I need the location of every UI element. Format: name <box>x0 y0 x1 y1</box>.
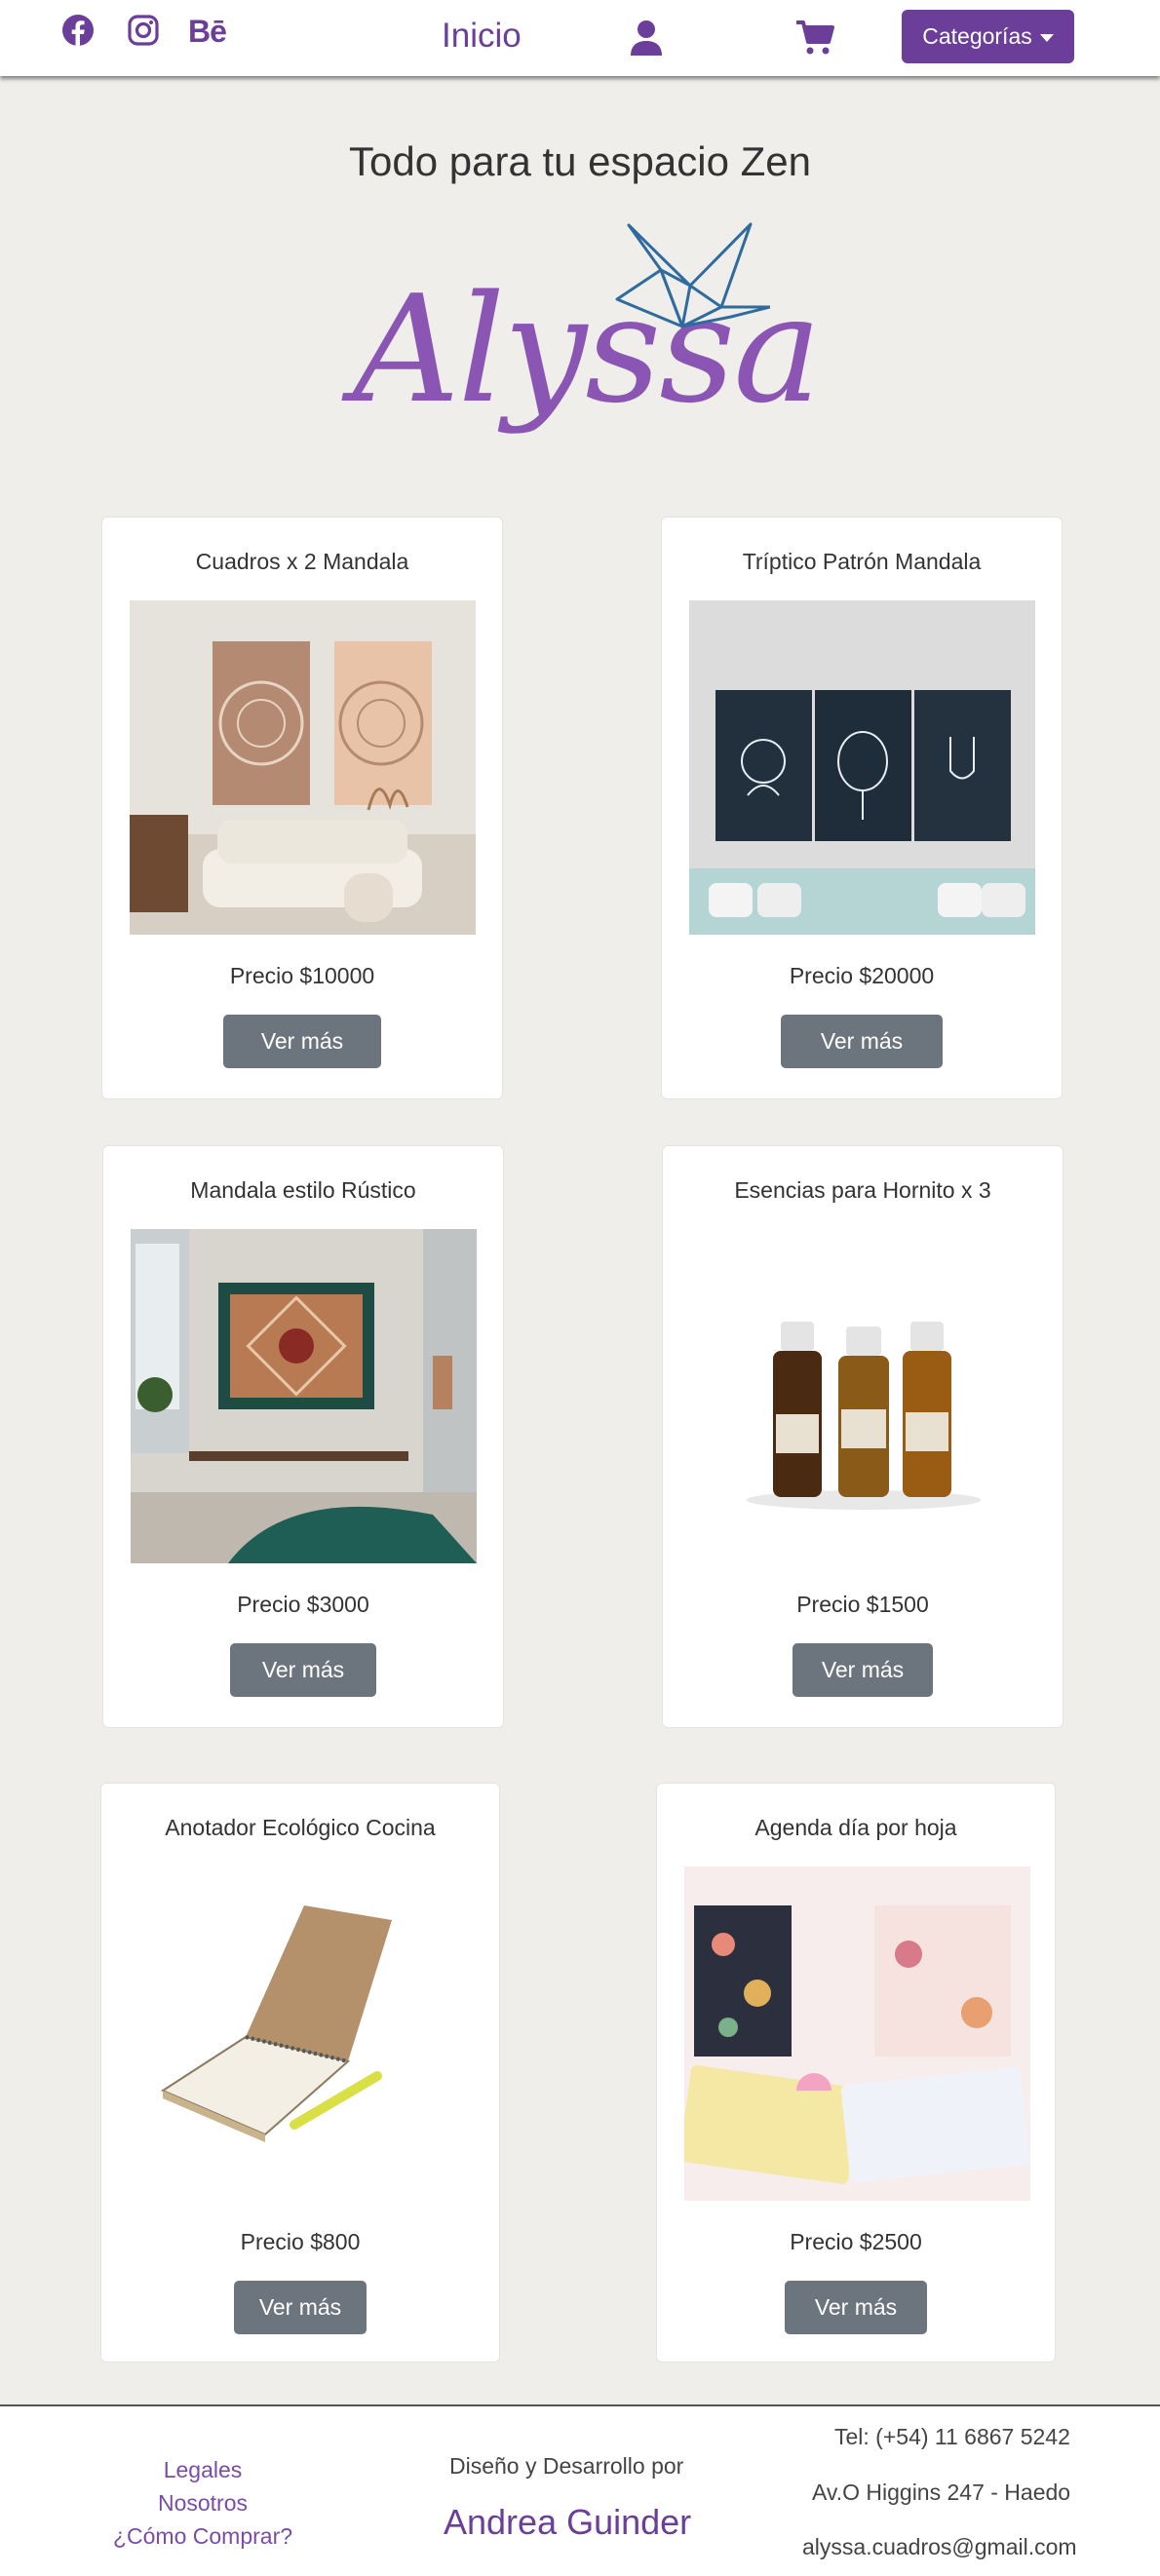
product-price: Precio $20000 <box>789 963 935 988</box>
product-card: Esencias para Hornito x 3 Precio $1500 V… <box>662 1145 1063 1728</box>
product-image[interactable] <box>131 1229 477 1563</box>
behance-icon[interactable]: Bē <box>188 14 227 50</box>
product-image[interactable] <box>130 600 476 935</box>
product-card: Cuadros x 2 Mandala Precio $10000 Ver má… <box>101 517 503 1099</box>
footer-email[interactable]: alyssa.cuadros@gmail.com <box>802 2534 1077 2560</box>
product-price: Precio $2500 <box>790 2229 922 2254</box>
ver-mas-button[interactable]: Ver más <box>230 1643 376 1697</box>
product-image[interactable] <box>684 1866 1030 2201</box>
product-title: Mandala estilo Rústico <box>190 1177 416 1203</box>
product-card: Agenda día por hoja Precio $2500 Ver más <box>656 1783 1056 2363</box>
categories-label: Categorías <box>922 23 1032 49</box>
product-card: Tríptico Patrón Mandala Precio $20000 Ve… <box>661 517 1063 1099</box>
nav-link-inicio[interactable]: Inicio <box>442 17 522 56</box>
top-navbar: Bē Inicio Categorías <box>0 0 1160 76</box>
ver-mas-button[interactable]: Ver más <box>234 2281 367 2334</box>
product-image[interactable] <box>690 1229 1036 1563</box>
product-image[interactable] <box>689 600 1035 935</box>
ver-mas-button[interactable]: Ver más <box>793 1643 933 1697</box>
origami-crane-icon <box>615 222 770 328</box>
product-title: Tríptico Patrón Mandala <box>742 549 982 574</box>
product-card: Anotador Ecológico Cocina Precio $800 Ve… <box>100 1783 500 2363</box>
categories-dropdown[interactable]: Categorías <box>902 10 1074 63</box>
footer-address: Av.O Higgins 247 - Haedo <box>812 2480 1071 2505</box>
footer-link-como-comprar[interactable]: ¿Cómo Comprar? <box>76 2523 329 2550</box>
product-title: Cuadros x 2 Mandala <box>195 549 409 574</box>
facebook-icon[interactable] <box>61 14 95 47</box>
footer-link-nosotros[interactable]: Nosotros <box>76 2490 329 2517</box>
footer: Legales Nosotros ¿Cómo Comprar? Diseño y… <box>0 2404 1160 2576</box>
product-title: Agenda día por hoja <box>754 1815 957 1840</box>
footer-phone: Tel: (+54) 11 6867 5242 <box>834 2424 1070 2449</box>
ver-mas-button[interactable]: Ver más <box>781 1015 943 1068</box>
product-price: Precio $800 <box>240 2229 361 2254</box>
product-title: Anotador Ecológico Cocina <box>165 1815 436 1840</box>
footer-credit: Diseño y Desarrollo por <box>449 2453 684 2479</box>
ver-mas-button[interactable]: Ver más <box>785 2281 927 2334</box>
product-price: Precio $3000 <box>237 1592 369 1617</box>
product-image[interactable] <box>129 1866 475 2201</box>
user-icon[interactable] <box>630 19 663 57</box>
cart-icon[interactable] <box>795 19 834 57</box>
tagline: Todo para tu espacio Zen <box>349 138 811 184</box>
product-price: Precio $1500 <box>796 1592 929 1617</box>
caret-down-icon <box>1039 33 1054 42</box>
ver-mas-button[interactable]: Ver más <box>223 1015 381 1068</box>
instagram-icon[interactable] <box>127 14 160 47</box>
logo: Alyssa <box>341 219 822 463</box>
product-price: Precio $10000 <box>229 963 375 988</box>
footer-link-legales[interactable]: Legales <box>76 2457 329 2483</box>
product-title: Esencias para Hornito x 3 <box>734 1177 991 1203</box>
footer-author[interactable]: Andrea Guinder <box>444 2502 691 2543</box>
product-card: Mandala estilo Rústico Precio $3000 Ver … <box>102 1145 504 1728</box>
